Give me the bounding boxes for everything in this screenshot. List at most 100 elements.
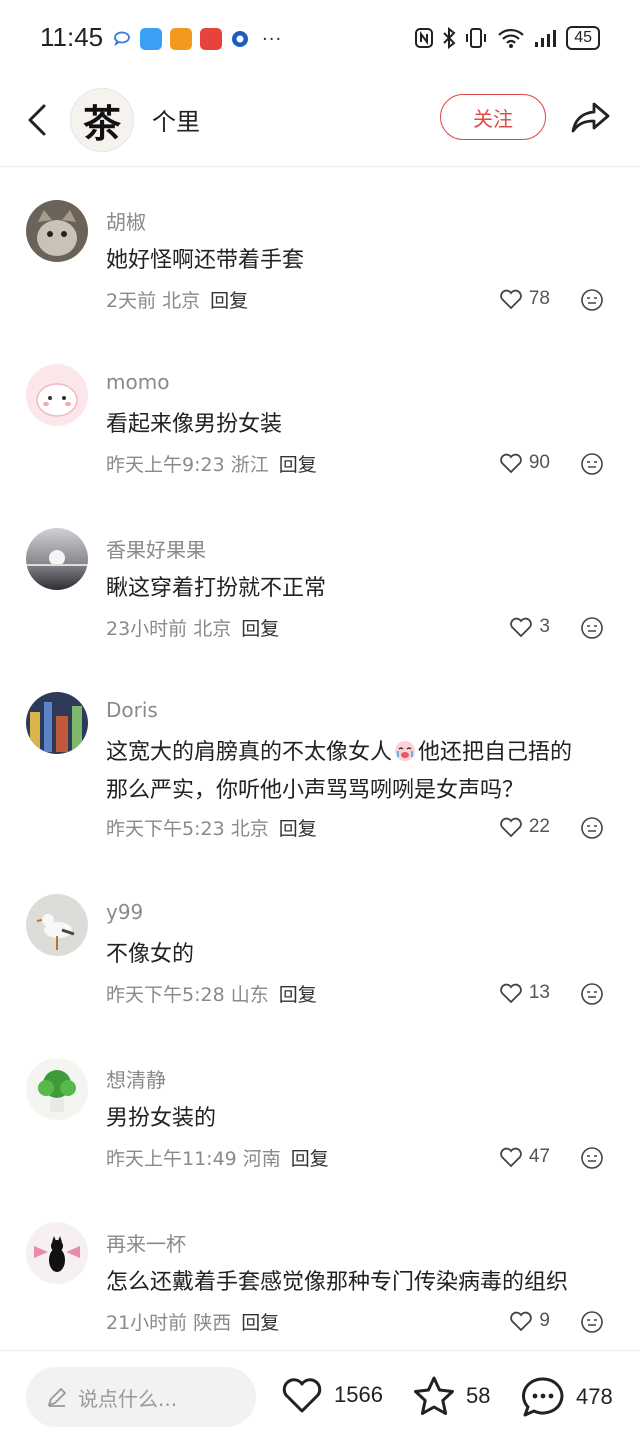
like-button[interactable]: 78 (499, 288, 550, 310)
back-arrow-icon[interactable] (18, 100, 58, 140)
battery-indicator: 45 (566, 26, 600, 50)
like-count: 22 (528, 816, 550, 837)
favorite-count: 58 (466, 1383, 491, 1408)
bottom-action-bar: 说点什么... 1566 58 478 (0, 1350, 640, 1446)
like-article-button[interactable]: 1566 (280, 1375, 383, 1415)
comment-bubble-icon (521, 1377, 564, 1417)
comment-username[interactable]: 胡椒 (106, 206, 146, 235)
emoji-react-icon[interactable] (580, 1310, 604, 1334)
comment-username[interactable]: Doris (106, 698, 158, 722)
user-avatar[interactable] (26, 894, 88, 956)
user-avatar[interactable] (26, 692, 88, 754)
reply-button[interactable]: 回复 (279, 454, 317, 476)
reply-button[interactable]: 回复 (210, 290, 248, 312)
comment-meta: 昨天下午5:23 北京 回复 (106, 814, 317, 841)
article-like-count: 1566 (334, 1382, 383, 1407)
comments-button[interactable]: 478 (520, 1375, 613, 1419)
heart-outline-icon (500, 289, 522, 310)
comment-item: 香果好果果 瞅这穿着打扮就不正常 23小时前 北京 回复 3 (0, 514, 640, 678)
comment-item: 再来一杯 怎么还戴着手套感觉像那种专门传染病毒的组织 21小时前 陕西 回复 9 (0, 1208, 640, 1372)
emoji-react-icon[interactable] (580, 616, 604, 640)
app-icon-orange (170, 28, 192, 50)
user-avatar[interactable] (26, 1222, 88, 1284)
comment-input[interactable]: 说点什么... (26, 1367, 256, 1427)
emoji-react-icon[interactable] (580, 288, 604, 312)
user-avatar[interactable] (26, 200, 88, 262)
comment-username[interactable]: 再来一杯 (106, 1228, 186, 1257)
app-icon-blue (140, 28, 162, 50)
heart-outline-icon (500, 1147, 522, 1168)
system-icons: 45 (414, 26, 600, 50)
comment-username[interactable]: y99 (106, 900, 143, 924)
reply-button[interactable]: 回复 (241, 618, 279, 640)
heart-outline-icon (510, 1311, 533, 1332)
comment-text: 男扮女装的 (106, 1106, 217, 1131)
comment-time-location: 21小时前 陕西 (106, 1312, 232, 1334)
comment-username[interactable]: momo (106, 370, 169, 394)
like-button[interactable]: 3 (509, 616, 550, 638)
avatar-logo-text: 茶 (82, 100, 121, 146)
comment-text: 她好怪啊还带着手套 (106, 248, 305, 273)
emoji-react-icon[interactable] (580, 982, 604, 1006)
wifi-icon (498, 28, 524, 48)
status-bar: 11:45 ··· 45 (0, 0, 640, 80)
comment-item: 想清静 男扮女装的 昨天上午11:49 河南 回复 47 (0, 1044, 640, 1208)
comment-input-placeholder: 说点什么... (78, 1386, 178, 1411)
star-icon (414, 1376, 454, 1415)
reply-button[interactable]: 回复 (241, 1312, 279, 1334)
vibrate-icon (466, 28, 487, 48)
c-logo-icon (232, 31, 248, 47)
comment-text-line1: 这宽大的肩膀真的不太像女人 (106, 740, 393, 765)
comment-meta: 昨天上午9:23 浙江 回复 (106, 450, 317, 477)
like-button[interactable]: 9 (509, 1310, 550, 1332)
heart-outline-icon (500, 983, 522, 1004)
comment-text: 这宽大的肩膀真的不太像女人 他还把自己捂的 那么严实，你听他小声骂骂咧咧是女声吗？ (106, 734, 621, 810)
like-button[interactable]: 13 (499, 982, 550, 1004)
like-count: 9 (539, 1310, 550, 1331)
like-count: 90 (528, 452, 550, 473)
user-avatar[interactable] (26, 1058, 88, 1120)
like-button[interactable]: 47 (499, 1146, 550, 1168)
comment-meta: 2天前 北京 回复 (106, 286, 248, 313)
emoji-react-icon[interactable] (580, 1146, 604, 1170)
like-count: 13 (528, 982, 550, 1003)
comment-meta: 23小时前 北京 回复 (106, 614, 279, 641)
like-count: 47 (528, 1146, 550, 1167)
comment-time-location: 昨天下午5:28 山东 (106, 984, 269, 1006)
comment-meta: 昨天下午5:28 山东 回复 (106, 980, 317, 1007)
comment-username[interactable]: 香果好果果 (106, 534, 206, 563)
reply-button[interactable]: 回复 (279, 818, 317, 840)
comment-meta: 21小时前 陕西 回复 (106, 1308, 279, 1335)
pencil-icon (47, 1387, 67, 1407)
heart-outline-icon (500, 817, 522, 838)
comment-time-location: 昨天下午5:23 北京 (106, 818, 269, 840)
like-button[interactable]: 90 (499, 452, 550, 474)
emoji-react-icon[interactable] (580, 452, 604, 476)
follow-button[interactable]: 关注 (440, 94, 546, 140)
comment-item: momo 看起来像男扮女装 昨天上午9:23 浙江 回复 90 (0, 350, 640, 514)
reply-button[interactable]: 回复 (279, 984, 317, 1006)
account-avatar[interactable]: 茶 (70, 88, 134, 152)
heart-outline-icon (500, 453, 522, 474)
comment-meta: 昨天上午11:49 河南 回复 (106, 1144, 329, 1171)
like-count: 3 (539, 616, 550, 637)
comment-text: 瞅这穿着打扮就不正常 (106, 576, 327, 601)
comment-text: 看起来像男扮女装 (106, 412, 283, 437)
comment-text: 不像女的 (106, 942, 195, 967)
user-avatar[interactable] (26, 364, 88, 426)
nav-bar: 茶 个里 关注 (0, 80, 640, 167)
like-count: 78 (528, 288, 550, 309)
reply-button[interactable]: 回复 (291, 1148, 329, 1170)
comment-text-line1-tail: 他还把自己捂的 (418, 740, 573, 765)
share-icon[interactable] (570, 98, 612, 138)
account-name[interactable]: 个里 (152, 102, 200, 137)
comment-item: 胡椒 她好怪啊还带着手套 2天前 北京 回复 78 (0, 186, 640, 350)
user-avatar[interactable] (26, 528, 88, 590)
favorite-button[interactable]: 58 (412, 1375, 490, 1417)
bluetooth-icon (443, 27, 456, 49)
heart-outline-icon (510, 617, 533, 638)
like-button[interactable]: 22 (499, 816, 550, 838)
comment-username[interactable]: 想清静 (106, 1064, 166, 1093)
comment-time-location: 2天前 北京 (106, 290, 201, 312)
emoji-react-icon[interactable] (580, 816, 604, 840)
